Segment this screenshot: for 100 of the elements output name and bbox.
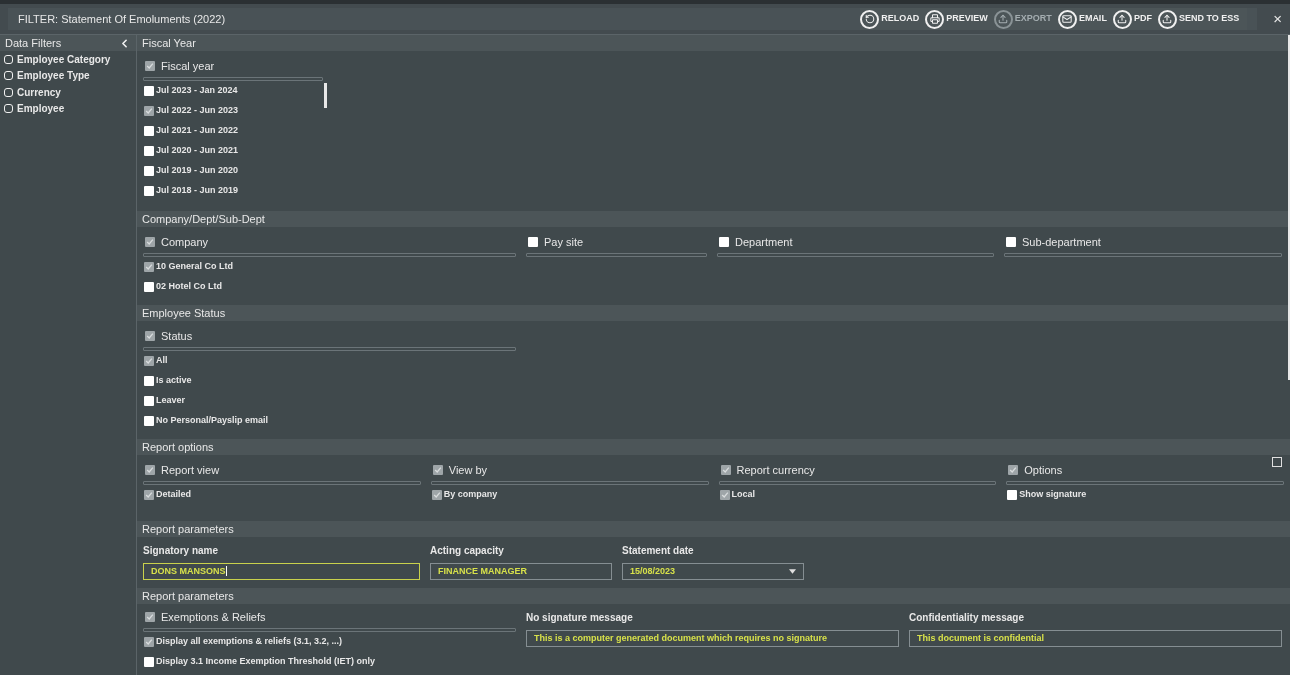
option-label: Jul 2020 - Jun 2021 — [156, 144, 239, 158]
expand-icon[interactable] — [1272, 457, 1282, 467]
checkbox[interactable] — [431, 490, 442, 500]
text-field[interactable]: DONS MANSONS — [143, 563, 420, 580]
checkbox[interactable] — [144, 282, 154, 292]
option-label: All — [156, 354, 168, 368]
option-label: 10 General Co Ltd — [156, 260, 234, 274]
toolbar-button[interactable]: RELOAD — [860, 9, 920, 29]
checkbox[interactable] — [719, 490, 730, 500]
checkbox[interactable] — [1007, 490, 1018, 500]
checkbox[interactable] — [144, 86, 154, 96]
option-label: Jul 2022 - Jun 2023 — [156, 104, 239, 118]
section-header: Fiscal Year — [137, 35, 1290, 51]
group-label: Report view — [161, 462, 220, 478]
checkbox[interactable] — [1008, 465, 1019, 475]
checkbox[interactable] — [144, 376, 154, 386]
page-scrollbar[interactable] — [1288, 35, 1290, 380]
checkbox[interactable] — [144, 490, 154, 500]
option-label: Jul 2023 - Jan 2024 — [156, 84, 238, 98]
option-label: Display 3.1 Income Exemption Threshold (IET) only — [156, 655, 376, 669]
checkbox[interactable] — [144, 186, 154, 196]
mail-icon — [1057, 9, 1077, 29]
group-label: Pay site — [544, 234, 584, 250]
upload-icon — [1157, 9, 1177, 29]
option-label: Detailed — [156, 488, 191, 502]
option-label: Display all exemptions & reliefs (3.1, 3.2, ...) — [156, 635, 343, 649]
checkbox[interactable] — [1006, 237, 1016, 247]
group-label: Exemptions & Reliefs — [161, 609, 266, 625]
group-label: Options — [1024, 462, 1063, 478]
section-header: Report parameters — [137, 521, 1290, 537]
sidebar-item[interactable]: Employee — [0, 100, 136, 117]
checkbox[interactable] — [144, 396, 154, 406]
option-label: Is active — [156, 374, 192, 388]
sidebar-item[interactable]: Employee Category — [0, 51, 136, 68]
option-label: No Personal/Payslip email — [156, 414, 269, 428]
text-field[interactable]: This is a computer generated document which requires no signature — [526, 630, 899, 647]
checkbox[interactable] — [719, 237, 729, 247]
checkbox[interactable] — [144, 146, 154, 156]
text-field[interactable]: FINANCE MANAGER — [430, 563, 612, 580]
group-label: Status — [161, 328, 193, 344]
option-label: Show signature — [1019, 488, 1087, 502]
field-value: 15/08/2023 — [630, 564, 676, 578]
checkbox[interactable] — [145, 61, 155, 71]
checkbox[interactable] — [144, 106, 154, 116]
option-label: By company — [443, 488, 498, 502]
field-value: This is a computer generated document which requires no signature — [534, 631, 828, 645]
checkbox[interactable] — [432, 465, 443, 475]
checkbox[interactable] — [528, 237, 538, 247]
checkbox[interactable] — [144, 356, 154, 366]
close-button[interactable]: × — [1273, 7, 1282, 31]
field-value: DONS MANSONS — [151, 564, 227, 579]
checkbox[interactable] — [145, 331, 155, 341]
toolbar-button[interactable]: PREVIEW — [925, 9, 988, 29]
field-label: Acting capacity — [430, 544, 505, 558]
group-label: Company — [161, 234, 209, 250]
sidebar-item[interactable]: Employee Type — [0, 67, 136, 84]
radio[interactable] — [4, 104, 13, 114]
group-label: Fiscal year — [161, 58, 215, 74]
option-label: 02 Hotel Co Ltd — [156, 280, 222, 294]
checkbox[interactable] — [145, 465, 155, 475]
field-value: This document is confidential — [917, 631, 1044, 645]
field-label: No signature message — [526, 611, 634, 625]
section-header: Report parameters — [137, 588, 1290, 604]
group-label: View by — [448, 462, 488, 478]
radio[interactable] — [4, 54, 13, 64]
option-label: Jul 2018 - Jun 2019 — [156, 184, 239, 198]
option-label: Jul 2019 - Jun 2020 — [156, 164, 239, 178]
option-label: Leaver — [156, 394, 186, 408]
checkbox[interactable] — [144, 262, 154, 272]
toolbar-button[interactable]: PDF — [1112, 9, 1152, 29]
printer-icon — [925, 9, 945, 29]
radio[interactable] — [4, 87, 13, 97]
checkbox[interactable] — [145, 612, 155, 622]
option-label: Jul 2021 - Jun 2022 — [156, 124, 239, 138]
checkbox[interactable] — [145, 237, 155, 247]
checkbox[interactable] — [144, 416, 154, 426]
checkbox[interactable] — [144, 166, 154, 176]
upload-icon — [993, 9, 1013, 29]
checkbox[interactable] — [144, 126, 154, 136]
reload-icon — [860, 9, 880, 29]
checkbox[interactable] — [144, 657, 154, 667]
sidebar-title: Data Filters — [5, 35, 62, 51]
field-label: Confidentiality message — [909, 611, 1026, 625]
scroll-thumb[interactable] — [324, 83, 327, 108]
toolbar-button[interactable]: EMAIL — [1057, 9, 1107, 29]
sidebar-item[interactable]: Currency — [0, 84, 136, 101]
field-label: Statement date — [622, 544, 695, 558]
field-value: FINANCE MANAGER — [438, 564, 527, 578]
field-label: Signatory name — [143, 544, 220, 558]
toolbar-button[interactable]: SEND TO ESS — [1157, 9, 1240, 29]
radio[interactable] — [4, 71, 13, 81]
group-label: Sub-department — [1022, 234, 1101, 250]
checkbox[interactable] — [144, 637, 154, 647]
text-field[interactable]: This document is confidential — [909, 630, 1282, 647]
checkbox[interactable] — [720, 465, 731, 475]
section-header: Company/Dept/Sub-Dept — [137, 211, 1290, 227]
section-header: Report options — [137, 439, 1290, 455]
section-header: Employee Status — [137, 305, 1290, 321]
upload-icon — [1112, 9, 1132, 29]
date-select[interactable]: 15/08/2023 — [622, 563, 804, 580]
